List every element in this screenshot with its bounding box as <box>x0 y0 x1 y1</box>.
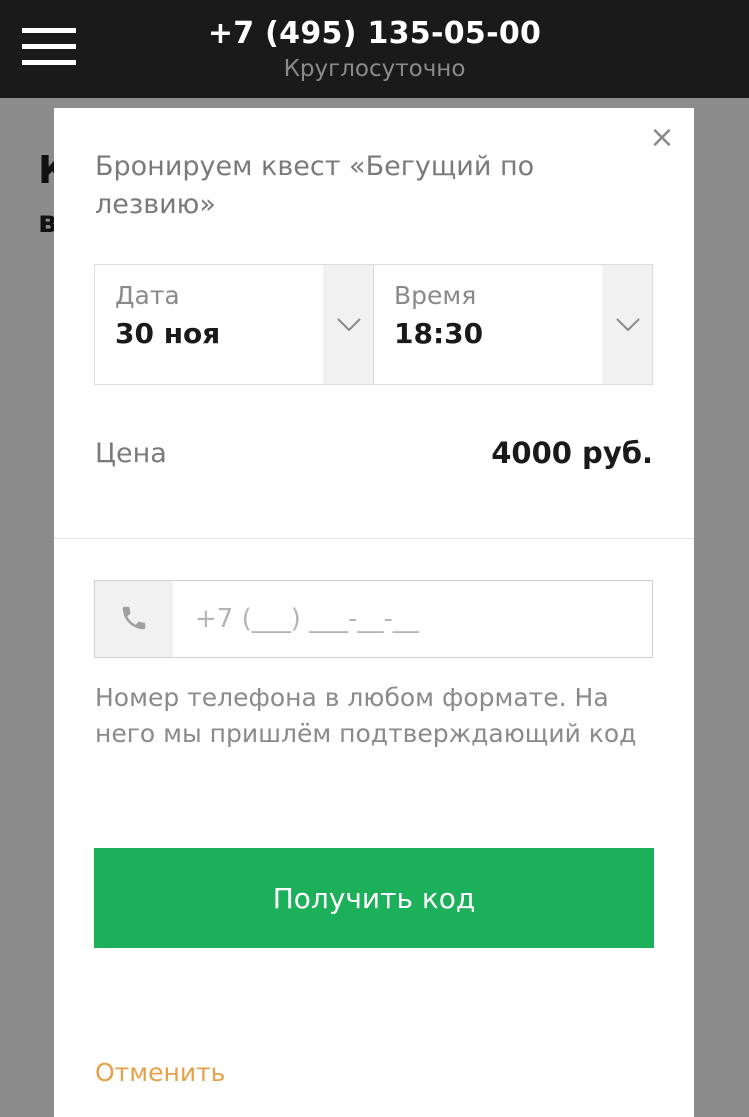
time-dropdown-toggle[interactable] <box>602 265 652 384</box>
close-icon[interactable]: × <box>648 123 676 153</box>
top-header: +7 (495) 135-05-00 Круглосуточно <box>0 0 749 98</box>
header-phone-number[interactable]: +7 (495) 135-05-00 <box>0 16 749 51</box>
modal-title: Бронируем квест «Бегущий по лезвию» <box>95 151 535 220</box>
phone-icon-box <box>95 581 173 657</box>
phone-hint: Номер телефона в любом формате. На него … <box>95 683 637 748</box>
section-divider <box>54 538 694 539</box>
date-dropdown-toggle[interactable] <box>323 265 373 384</box>
date-select-value: 30 ноя <box>115 317 221 350</box>
date-select-label: Дата <box>115 281 180 310</box>
price-label: Цена <box>95 438 167 469</box>
chevron-down-icon <box>616 318 640 332</box>
chevron-down-icon <box>337 318 361 332</box>
phone-input[interactable] <box>173 581 652 657</box>
date-time-selectors: Дата 30 ноя Время 18:30 <box>94 264 653 385</box>
time-select-label: Время <box>394 281 477 310</box>
phone-field <box>94 580 653 658</box>
time-select[interactable]: Время 18:30 <box>373 265 652 384</box>
phone-handset-icon <box>122 606 146 630</box>
date-select[interactable]: Дата 30 ноя <box>95 265 373 384</box>
booking-modal: × Бронируем квест «Бегущий по лезвию» Да… <box>54 108 694 1117</box>
header-hours: Круглосуточно <box>283 56 466 82</box>
cancel-link[interactable]: Отменить <box>95 1058 225 1087</box>
get-code-button[interactable]: Получить код <box>94 848 654 948</box>
time-select-value: 18:30 <box>394 317 484 350</box>
price-value: 4000 руб. <box>491 436 653 470</box>
